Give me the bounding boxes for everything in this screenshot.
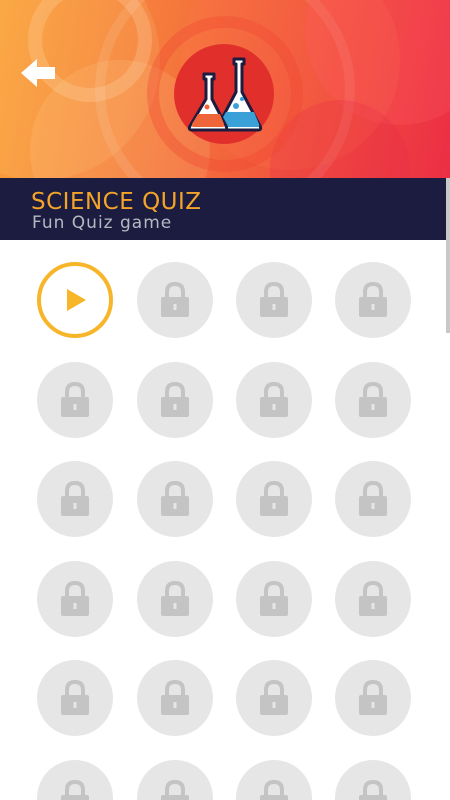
lock-icon [161, 281, 189, 317]
lock-icon [359, 580, 387, 616]
lock-icon [161, 580, 189, 616]
title-bar: SCIENCE QUIZ Fun Quiz game [0, 178, 446, 240]
lock-icon [260, 381, 288, 417]
lock-icon [260, 679, 288, 715]
lock-icon [260, 281, 288, 317]
level-button-locked[interactable] [236, 361, 312, 438]
level-select-screen: SCIENCE QUIZ Fun Quiz game [0, 0, 450, 800]
lock-icon [61, 679, 89, 715]
level-button-locked[interactable] [137, 361, 213, 438]
level-grid [0, 240, 446, 800]
lock-icon [359, 281, 387, 317]
lock-icon [161, 480, 189, 516]
lock-icon [359, 480, 387, 516]
level-button-locked[interactable] [335, 262, 411, 338]
lock-icon [260, 480, 288, 516]
back-arrow-icon [21, 59, 55, 87]
level-button-locked[interactable] [137, 660, 213, 736]
page-subtitle: Fun Quiz game [32, 213, 173, 233]
lock-icon [61, 480, 89, 516]
lock-icon [161, 779, 189, 800]
level-button-locked[interactable] [37, 560, 113, 637]
lock-icon [359, 779, 387, 800]
scrollbar[interactable] [446, 178, 450, 333]
header-banner [0, 0, 450, 178]
level-button-locked[interactable] [335, 660, 411, 736]
level-button-locked[interactable] [335, 759, 411, 800]
lock-icon [61, 580, 89, 616]
level-button-locked[interactable] [335, 461, 411, 537]
quiz-logo [174, 44, 274, 144]
level-button-locked[interactable] [37, 361, 113, 438]
back-button[interactable] [18, 54, 60, 92]
flasks-icon [187, 57, 263, 132]
play-icon [67, 289, 86, 311]
level-button-locked[interactable] [236, 759, 312, 800]
lock-icon [161, 381, 189, 417]
lock-icon [260, 580, 288, 616]
level-button-locked[interactable] [137, 560, 213, 637]
lock-icon [359, 381, 387, 417]
level-button-locked[interactable] [37, 759, 113, 800]
level-button-locked[interactable] [37, 461, 113, 537]
level-button-locked[interactable] [137, 759, 213, 800]
lock-icon [260, 779, 288, 800]
level-button-locked[interactable] [236, 660, 312, 736]
level-button-locked[interactable] [236, 262, 312, 338]
lock-icon [359, 679, 387, 715]
page-title: SCIENCE QUIZ [31, 189, 202, 215]
lock-icon [61, 779, 89, 800]
level-button-locked[interactable] [335, 560, 411, 637]
lock-icon [161, 679, 189, 715]
level-button-locked[interactable] [335, 361, 411, 438]
level-button-unlocked[interactable] [37, 262, 113, 338]
level-button-locked[interactable] [37, 660, 113, 736]
lock-icon [61, 381, 89, 417]
level-button-locked[interactable] [137, 461, 213, 537]
level-button-locked[interactable] [236, 461, 312, 537]
level-button-locked[interactable] [137, 262, 213, 338]
level-button-locked[interactable] [236, 560, 312, 637]
